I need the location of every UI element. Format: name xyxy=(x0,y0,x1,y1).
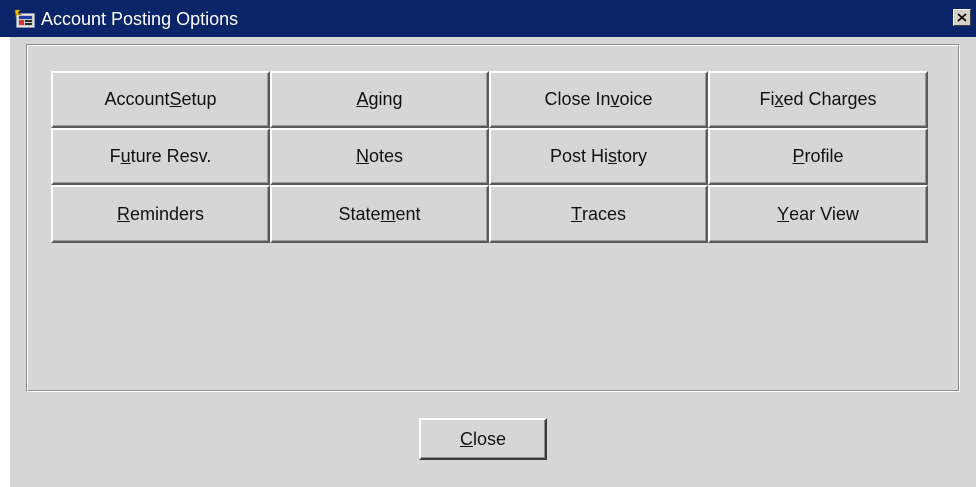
options-button-grid: Account Setup Aging Close In v oice Fi x ed Cha… xyxy=(51,71,928,243)
fixed-charges-button[interactable]: Fi x ed Charges xyxy=(708,71,928,128)
button-label-suffix: oice xyxy=(619,89,653,109)
button-label-mnemonic: T xyxy=(570,203,582,224)
button-label-suffix: ging xyxy=(368,89,403,109)
button-label-prefix: Post Hi xyxy=(549,146,608,166)
profile-button[interactable]: Profile xyxy=(708,128,928,185)
button-label-mnemonic: v xyxy=(610,89,620,109)
button-label-suffix: otes xyxy=(368,146,404,166)
account-posting-options-window: Account Posting Options Account Setup Agi… xyxy=(0,0,976,487)
button-label-prefix: Fi xyxy=(759,89,775,109)
button-label-mnemonic: m xyxy=(380,203,396,224)
post-history-button[interactable]: Post Hi s tory xyxy=(489,128,708,185)
button-label-mnemonic: S xyxy=(169,89,182,109)
close-invoice-button[interactable]: Close In v oice xyxy=(489,71,708,128)
account-setup-button[interactable]: Account Setup xyxy=(51,71,270,128)
year-view-button[interactable]: Year View xyxy=(708,185,928,243)
button-label-mnemonic: s xyxy=(608,146,617,166)
app-icon xyxy=(14,9,36,29)
close-button-mnemonic: C xyxy=(459,428,473,449)
button-label-mnemonic: x xyxy=(774,89,784,109)
button-label-suffix: eminders xyxy=(129,203,205,224)
button-label-mnemonic: Y xyxy=(777,203,790,224)
close-button[interactable]: Close xyxy=(419,418,547,460)
button-label-suffix: ture Resv. xyxy=(130,146,212,166)
close-button-label-suffix: lose xyxy=(472,428,507,449)
button-label-mnemonic: P xyxy=(792,146,805,166)
notes-button[interactable]: Notes xyxy=(270,128,489,185)
button-label-mnemonic: N xyxy=(355,146,369,166)
button-label-mnemonic: R xyxy=(116,203,130,224)
window-left-edge xyxy=(0,37,10,487)
window-title: Account Posting Options xyxy=(41,9,239,29)
button-label-suffix: etup xyxy=(181,89,217,109)
aging-button[interactable]: Aging xyxy=(270,71,489,128)
button-label-suffix: rofile xyxy=(804,146,844,166)
reminders-button[interactable]: Reminders xyxy=(51,185,270,243)
title-bar: Account Posting Options xyxy=(0,0,976,37)
button-label-mnemonic: u xyxy=(120,146,131,166)
button-label-suffix: ear View xyxy=(789,203,859,224)
button-label-suffix: ent xyxy=(395,203,421,224)
button-label-suffix: ed Charges xyxy=(783,89,877,109)
close-icon[interactable] xyxy=(953,9,971,26)
button-label-prefix: Account xyxy=(104,89,170,109)
future-resv-button[interactable]: Fu ture Resv. xyxy=(51,128,270,185)
button-label-prefix: F xyxy=(109,146,121,166)
button-label-prefix: Close In xyxy=(544,89,611,109)
traces-button[interactable]: Traces xyxy=(489,185,708,243)
button-label-suffix: races xyxy=(581,203,626,224)
button-label-prefix: State xyxy=(338,203,381,224)
statement-button[interactable]: State m ent xyxy=(270,185,489,243)
button-label-suffix: tory xyxy=(617,146,648,166)
button-label-mnemonic: A xyxy=(356,89,369,109)
